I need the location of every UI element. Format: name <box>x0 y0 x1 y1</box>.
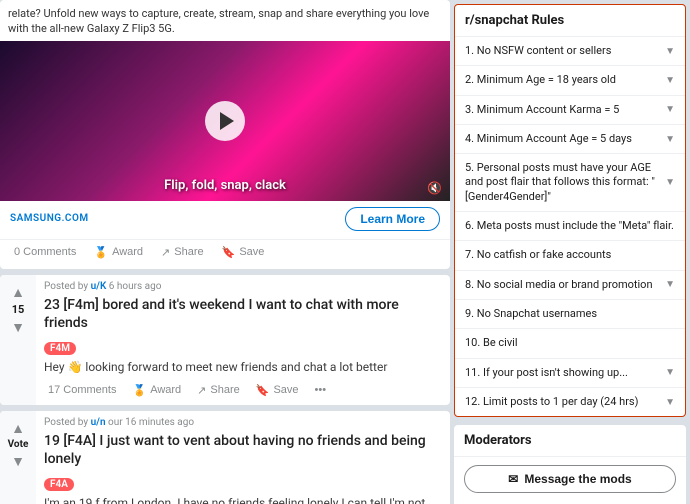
post-time-2: our 16 minutes ago <box>108 417 194 428</box>
chevron-icon: ▼ <box>665 367 675 378</box>
rule-text: 10. Be civil <box>465 336 675 350</box>
save-button[interactable]: 🔖 Save <box>218 244 269 261</box>
downvote-button-2[interactable]: ▼ <box>9 452 27 470</box>
rule-text: 11. If your post isn't showing up... <box>465 366 665 380</box>
share-button[interactable]: ↗ Share <box>157 244 208 261</box>
post-body-1: Posted by u/K 6 hours ago 23 [F4m] bored… <box>36 275 450 405</box>
post1-award-button[interactable]: 🏅 Award <box>128 382 185 399</box>
post1-save-button[interactable]: 🔖 Save <box>252 382 303 399</box>
post-card-1: ▲ 15 ▼ Posted by u/K 6 hours ago 23 [F4m… <box>0 275 450 405</box>
rule-item[interactable]: 6. Meta posts must include the "Meta" fl… <box>455 212 685 241</box>
vote-column-1: ▲ 15 ▼ <box>0 275 36 405</box>
award-icon: 🏅 <box>132 384 146 397</box>
chevron-icon: ▼ <box>665 279 675 290</box>
post-text-2: I'm an 19 f from London. I have no frien… <box>44 495 442 504</box>
ad-text: relate? Unfold new ways to capture, crea… <box>0 0 450 41</box>
ad-caption: Flip, fold, snap, clack <box>164 178 286 193</box>
rule-text: 2. Minimum Age = 18 years old <box>465 73 665 87</box>
upvote-button-2[interactable]: ▲ <box>9 419 27 437</box>
vote-count-2: Vote <box>8 439 29 450</box>
post1-comments-button[interactable]: 17 Comments <box>44 382 120 398</box>
rule-text: 5. Personal posts must have your AGE and… <box>465 161 665 204</box>
chevron-icon: ▼ <box>665 46 675 57</box>
mods-header: Moderators <box>454 425 686 457</box>
upvote-button-1[interactable]: ▲ <box>9 283 27 301</box>
post-meta-2: Posted by u/n our 16 minutes ago <box>44 417 442 428</box>
share-icon: ↗ <box>161 246 170 259</box>
downvote-button-1[interactable]: ▼ <box>9 318 27 336</box>
rule-text: 6. Meta posts must include the "Meta" fl… <box>465 219 675 233</box>
rules-list: 1. No NSFW content or sellers▼2. Minimum… <box>455 37 685 416</box>
post-title-1[interactable]: 23 [F4m] bored and it's weekend I want t… <box>44 296 442 332</box>
post-title-2[interactable]: 19 [F4A] I just want to vent about havin… <box>44 432 442 468</box>
rules-header: r/snapchat Rules <box>455 5 685 37</box>
rule-item[interactable]: 10. Be civil <box>455 329 685 358</box>
chevron-icon: ▼ <box>665 177 675 188</box>
chevron-icon: ▼ <box>665 75 675 86</box>
post-card-2: ▲ Vote ▼ Posted by u/n our 16 minutes ag… <box>0 411 450 504</box>
message-mods-button[interactable]: ✉ Message the mods <box>464 465 676 493</box>
vote-column-2: ▲ Vote ▼ <box>0 411 36 504</box>
ad-actions: 0 Comments 🏅 Award ↗ Share 🔖 Save <box>0 239 450 269</box>
main-content: relate? Unfold new ways to capture, crea… <box>0 0 450 504</box>
rule-item[interactable]: 11. If your post isn't showing up...▼ <box>455 359 685 388</box>
rule-text: 8. No social media or brand promotion <box>465 278 665 292</box>
rule-item[interactable]: 8. No social media or brand promotion▼ <box>455 271 685 300</box>
rule-text: 3. Minimum Account Karma = 5 <box>465 103 665 117</box>
chevron-icon: ▼ <box>665 104 675 115</box>
post-meta-1: Posted by u/K 6 hours ago <box>44 281 442 292</box>
rule-item[interactable]: 1. No NSFW content or sellers▼ <box>455 37 685 66</box>
play-icon <box>220 112 234 130</box>
rule-text: 12. Limit posts to 1 per day (24 hrs) <box>465 395 665 409</box>
rule-text: 4. Minimum Account Age = 5 days <box>465 132 665 146</box>
chevron-icon: ▼ <box>665 397 675 408</box>
rule-text: 9. No Snapchat usernames <box>465 307 675 321</box>
rule-item[interactable]: 9. No Snapchat usernames <box>455 300 685 329</box>
post-text-1: Hey 👋 looking forward to meet new friend… <box>44 359 442 376</box>
award-button[interactable]: 🏅 Award <box>90 244 147 261</box>
award-icon: 🏅 <box>94 246 108 259</box>
ad-source: SAMSUNG.COM <box>10 213 89 224</box>
rules-box: r/snapchat Rules 1. No NSFW content or s… <box>454 4 686 417</box>
rule-item[interactable]: 4. Minimum Account Age = 5 days▼ <box>455 125 685 154</box>
volume-icon[interactable]: 🔇 <box>427 181 442 195</box>
post1-more-button[interactable]: ••• <box>311 382 331 398</box>
share-icon: ↗ <box>197 384 206 397</box>
ad-footer: SAMSUNG.COM Learn More <box>0 201 450 239</box>
save-icon: 🔖 <box>222 246 236 259</box>
post-time-1: 6 hours ago <box>109 281 162 292</box>
post1-share-button[interactable]: ↗ Share <box>193 382 244 399</box>
sidebar: r/snapchat Rules 1. No NSFW content or s… <box>450 0 690 504</box>
rule-text: 1. No NSFW content or sellers <box>465 44 665 58</box>
rule-text: 7. No catfish or fake accounts <box>465 248 675 262</box>
vote-count-1: 15 <box>12 303 25 316</box>
post-body-2: Posted by u/n our 16 minutes ago 19 [F4A… <box>36 411 450 504</box>
post-author-2[interactable]: u/n <box>91 417 106 428</box>
post-flair-1: F4M <box>44 342 76 355</box>
post-actions-1: 17 Comments 🏅 Award ↗ Share 🔖 Save ••• <box>44 382 442 399</box>
post-flair-2: F4A <box>44 478 74 491</box>
rule-item[interactable]: 12. Limit posts to 1 per day (24 hrs)▼ <box>455 388 685 416</box>
rule-item[interactable]: 7. No catfish or fake accounts <box>455 241 685 270</box>
save-icon: 🔖 <box>256 384 270 397</box>
rule-item[interactable]: 5. Personal posts must have your AGE and… <box>455 154 685 212</box>
play-button[interactable] <box>205 101 245 141</box>
rule-item[interactable]: 3. Minimum Account Karma = 5▼ <box>455 96 685 125</box>
rule-item[interactable]: 2. Minimum Age = 18 years old▼ <box>455 66 685 95</box>
post-author-1[interactable]: u/K <box>91 281 107 292</box>
learn-more-button[interactable]: Learn More <box>345 207 440 231</box>
chevron-icon: ▼ <box>665 134 675 145</box>
ad-card: relate? Unfold new ways to capture, crea… <box>0 0 450 269</box>
message-icon: ✉ <box>508 472 518 486</box>
ad-video[interactable]: Flip, fold, snap, clack 🔇 <box>0 41 450 201</box>
mods-box: Moderators ✉ Message the mods u/PsychoSm… <box>454 425 686 504</box>
comments-button[interactable]: 0 Comments <box>10 244 80 260</box>
